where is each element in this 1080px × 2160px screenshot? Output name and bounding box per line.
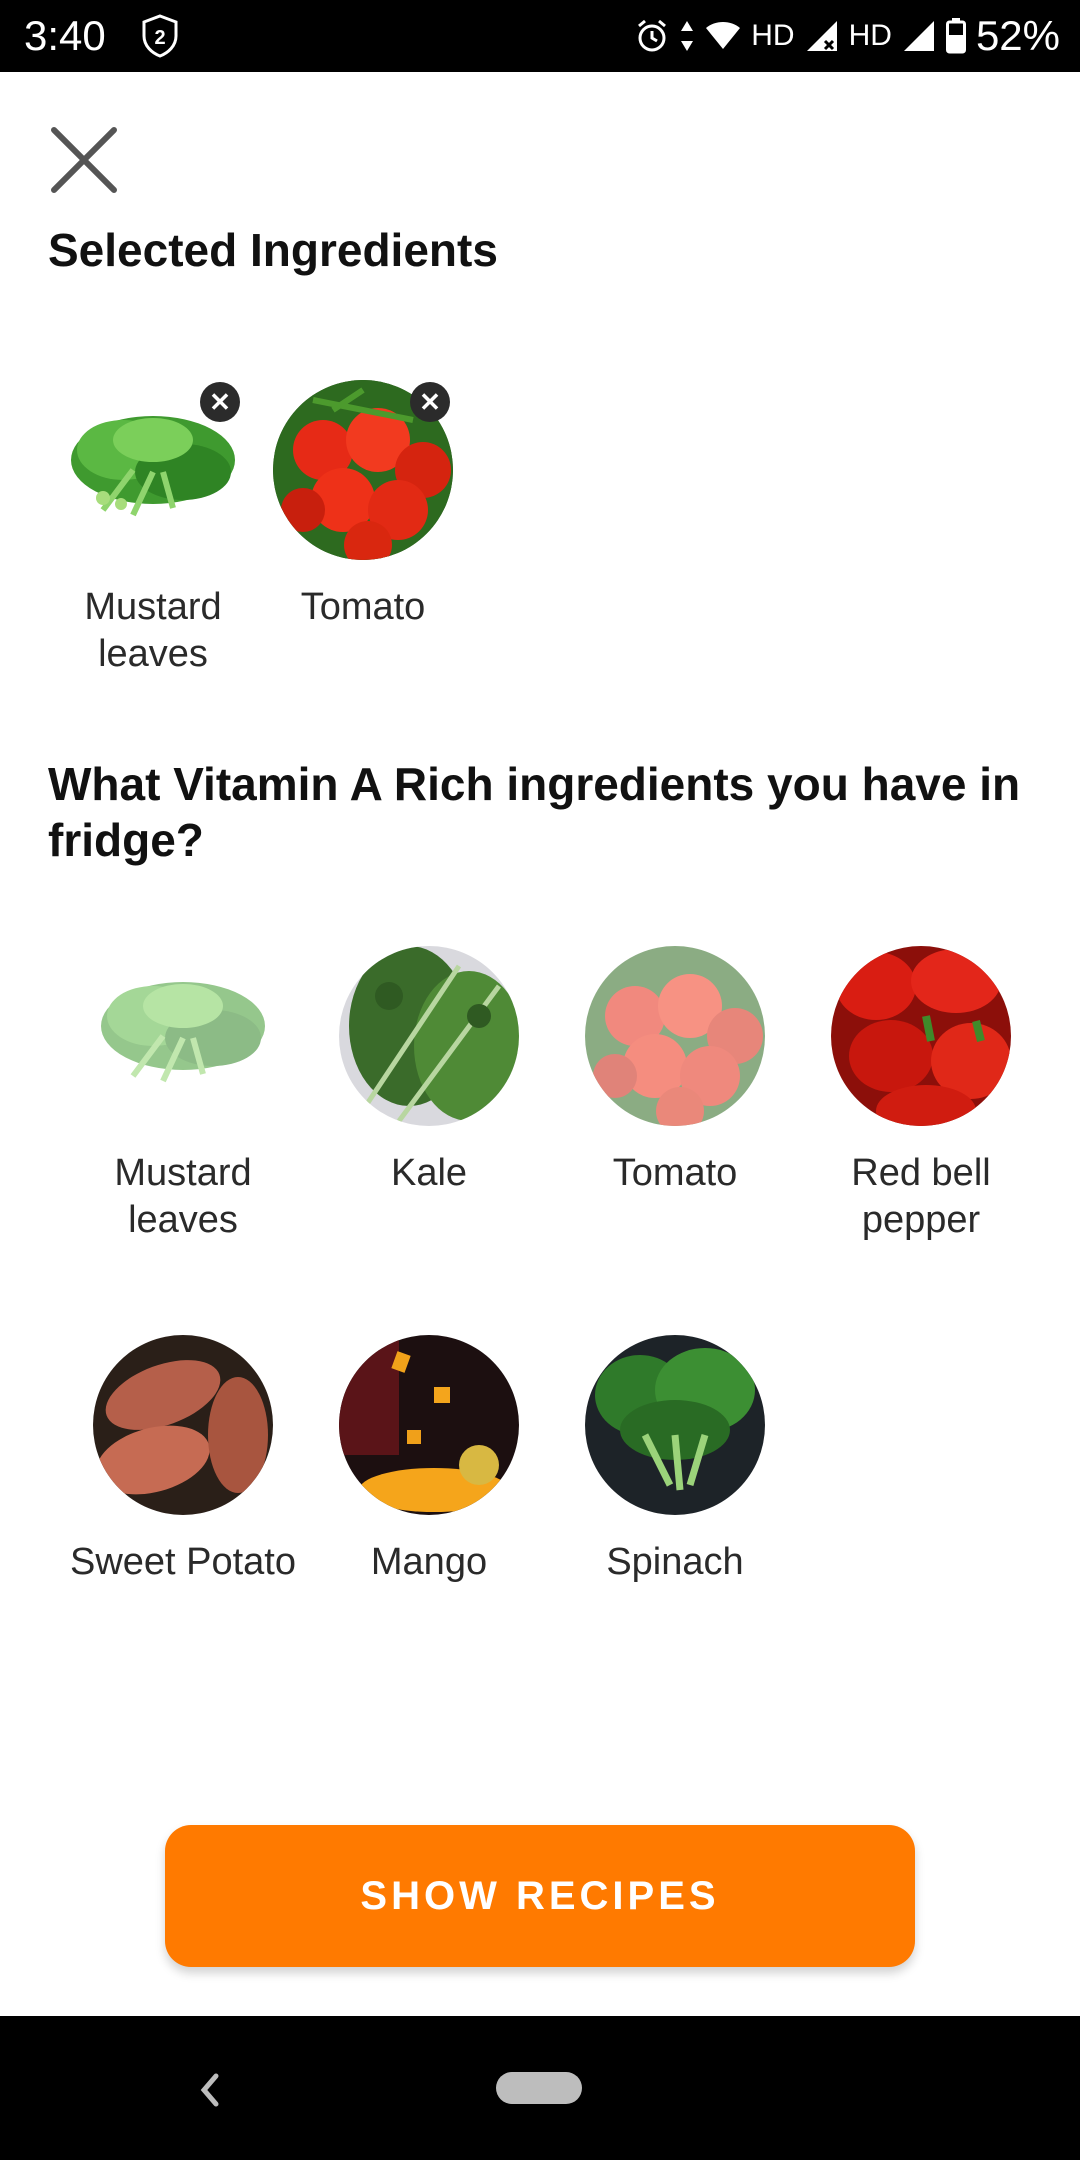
ingredient-mustard-leaves[interactable]: Mustard leaves	[68, 946, 298, 1244]
ingredient-label: Red bell pepper	[851, 1152, 991, 1241]
ingredient-tomato[interactable]: Tomato	[560, 946, 790, 1197]
ingredient-label: Sweet Potato	[69, 1541, 297, 1583]
signal-icon-2	[903, 21, 934, 51]
status-time: 3:40	[24, 12, 106, 59]
selected-item-label: Tomato	[300, 586, 426, 628]
ingredient-label: Spinach	[606, 1541, 744, 1583]
spinach-image	[585, 1335, 765, 1515]
question-title: What Vitamin A Rich ingredients you have…	[48, 758, 1021, 866]
network-type-2: HD	[848, 19, 892, 52]
selected-item-mustard[interactable]: ✕ Mustard leaves	[38, 380, 268, 678]
close-icon	[51, 127, 117, 193]
sweet-potato-image	[93, 1335, 273, 1515]
home-pill[interactable]	[496, 2072, 582, 2104]
ingredient-spinach[interactable]: Spinach	[560, 1335, 790, 1586]
back-icon[interactable]	[190, 2062, 230, 2118]
mango-image	[339, 1335, 519, 1515]
kale-image	[339, 946, 519, 1126]
status-bar: 3:40 2 HD HD 52%	[0, 0, 1080, 72]
network-type-1: HD	[751, 19, 795, 52]
alarm-icon	[638, 19, 667, 52]
signal-icon	[806, 21, 837, 51]
ingredient-label: Mango	[370, 1541, 488, 1583]
ingredient-label: Mustard leaves	[114, 1152, 252, 1241]
remove-tomato-button[interactable]: ✕	[410, 382, 450, 422]
tomato-image	[585, 946, 765, 1126]
wifi-icon	[706, 22, 741, 49]
svg-text:2: 2	[154, 27, 165, 49]
ingredient-red-bell-pepper[interactable]: Red bell pepper	[806, 946, 1036, 1244]
selected-item-label: Mustard leaves	[84, 586, 222, 675]
data-arrows-icon	[681, 21, 694, 51]
remove-mustard-button[interactable]: ✕	[200, 382, 240, 422]
show-recipes-button[interactable]: SHOW RECIPES	[165, 1825, 915, 1967]
battery-icon	[945, 18, 966, 54]
selected-ingredients-title: Selected Ingredients	[48, 224, 498, 276]
battery-percent: 52%	[975, 12, 1060, 59]
selected-item-tomato[interactable]: ✕ Tomato	[248, 380, 478, 631]
navigation-bar	[0, 2016, 1080, 2160]
shield-badge-icon: 2	[142, 14, 178, 58]
mustard-leaves-image	[93, 946, 273, 1126]
ingredient-label: Tomato	[612, 1152, 738, 1194]
ingredient-kale[interactable]: Kale	[314, 946, 544, 1197]
red-bell-pepper-image	[831, 946, 1011, 1126]
ingredient-label: Kale	[390, 1152, 468, 1194]
status-icons: HD HD 52%	[635, 10, 1060, 62]
ingredient-mango[interactable]: Mango	[314, 1335, 544, 1586]
ingredient-sweet-potato[interactable]: Sweet Potato	[68, 1335, 298, 1586]
close-button[interactable]	[44, 120, 124, 200]
